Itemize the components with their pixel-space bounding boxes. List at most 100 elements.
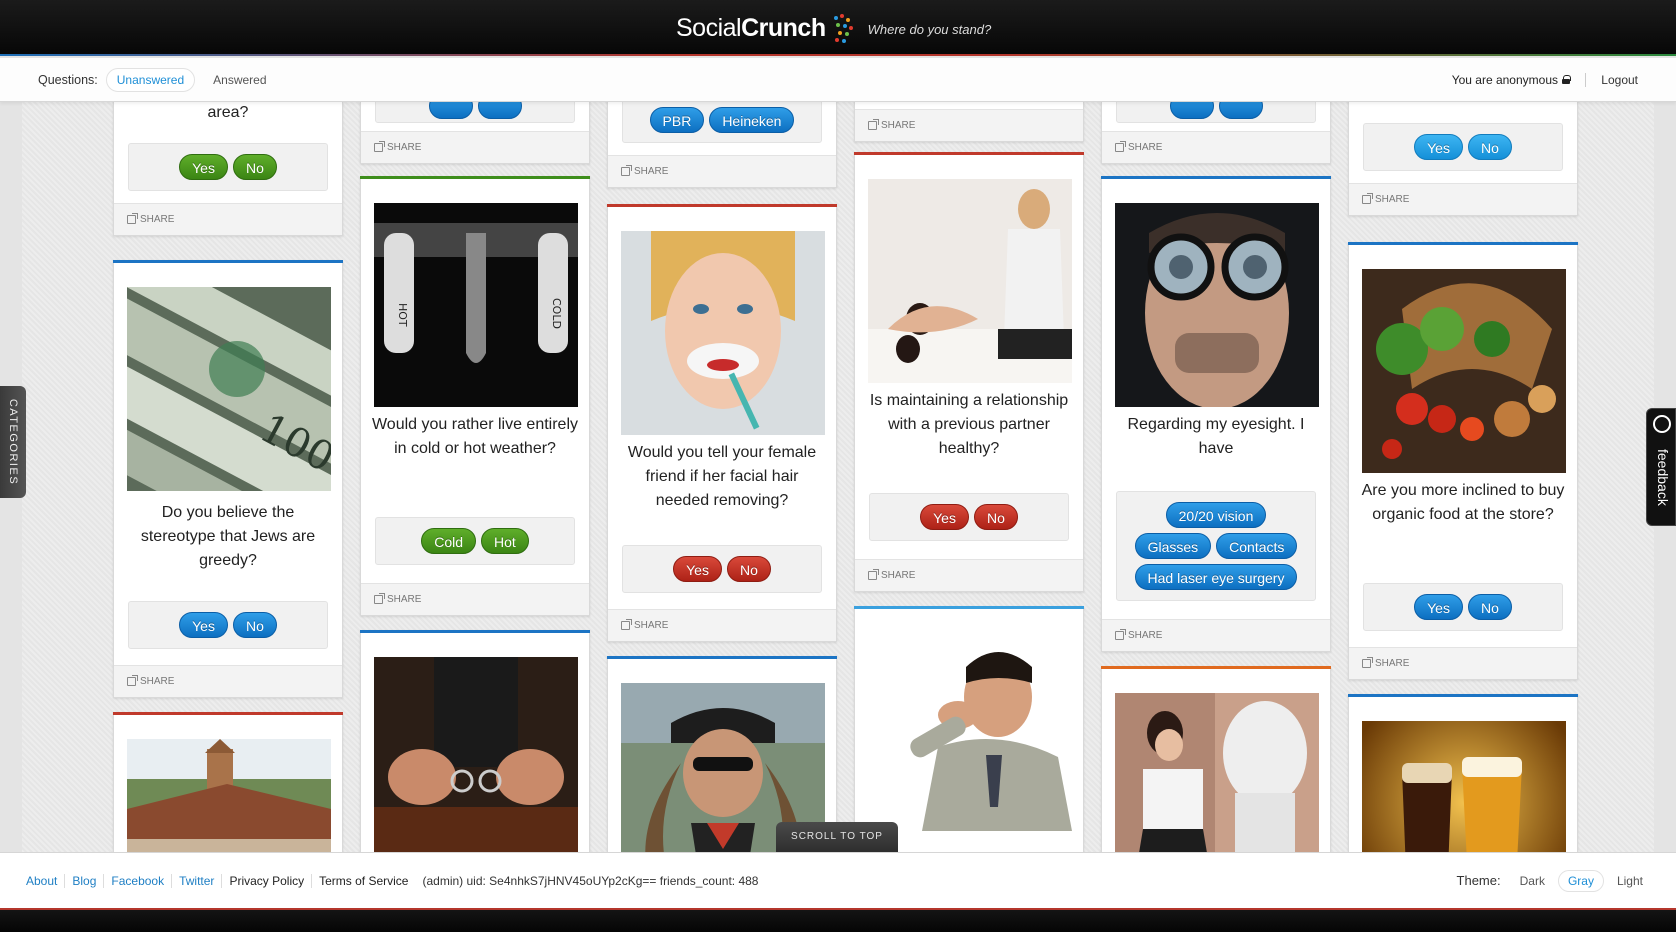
answer-button[interactable]: Hot [481, 528, 529, 554]
share-button[interactable]: SHARE [361, 583, 589, 615]
question-card: Are you more inclined to buy organic foo… [1348, 242, 1578, 680]
share-button[interactable]: SHARE [114, 203, 342, 235]
share-button[interactable]: SHARE [1102, 619, 1330, 651]
logo[interactable]: SocialCrunch Where do you stand? [676, 12, 991, 44]
theme-switcher: Theme: Dark Gray Light [1456, 869, 1652, 892]
answer-button[interactable]: Yes [1414, 134, 1463, 160]
answer-button[interactable]: No [726, 556, 771, 582]
scroll-to-top-button[interactable]: SCROLL TO TOP [776, 822, 898, 852]
share-icon [374, 593, 385, 604]
answer-button[interactable]: Contacts [1216, 533, 1298, 559]
tab-unanswered[interactable]: Unanswered [105, 67, 196, 92]
question-image-village[interactable] [127, 739, 331, 852]
answer-box: Cold Hot [375, 517, 575, 565]
answer-button[interactable] [428, 102, 473, 119]
share-icon [621, 619, 632, 630]
share-button[interactable]: SHARE [608, 609, 836, 641]
answer-button[interactable]: PBR [649, 107, 705, 133]
theme-label: Theme: [1456, 873, 1501, 888]
question-image-faucet[interactable]: HOT COLD [374, 203, 578, 407]
question-image-shaving-woman[interactable] [621, 231, 825, 435]
footer-link-facebook[interactable]: Facebook [104, 873, 173, 888]
question-text: Is maintaining a relationship with a pre… [869, 392, 1069, 457]
card-accent [360, 176, 590, 179]
share-button[interactable]: SHARE [114, 665, 342, 697]
answer-button[interactable]: Yes [673, 556, 722, 582]
tab-answered[interactable]: Answered [203, 69, 276, 91]
question-image-bathroom[interactable] [1115, 693, 1319, 852]
logout-link[interactable]: Logout [1601, 73, 1638, 87]
share-icon [1362, 657, 1373, 668]
question-image-couple[interactable] [868, 179, 1072, 383]
theme-gray[interactable]: Gray [1557, 869, 1604, 892]
share-button[interactable]: SHARE [855, 559, 1083, 591]
question-image-vegetables[interactable] [1362, 269, 1566, 473]
answer-button[interactable]: No [973, 504, 1018, 530]
anonymous-label: You are anonymous [1451, 72, 1558, 87]
categories-tab[interactable]: CATEGORIES [0, 386, 26, 498]
share-icon [868, 569, 879, 580]
share-button[interactable]: SHARE [1349, 647, 1577, 679]
question-text: Are you more inclined to buy organic foo… [1361, 482, 1565, 523]
question-image-thinking-man[interactable] [868, 627, 1072, 831]
footer-link-privacy-policy[interactable]: Privacy Policy [222, 873, 313, 888]
footer-link-blog[interactable]: Blog [65, 873, 105, 888]
lock-icon [1562, 75, 1571, 84]
question-text: Regarding my eyesight. I have [1127, 416, 1305, 457]
answer-button[interactable]: No [1467, 594, 1512, 620]
feedback-icon [1653, 415, 1671, 433]
answer-button[interactable]: Yes [179, 612, 228, 638]
share-button[interactable]: SHARE [1102, 131, 1330, 163]
answer-button[interactable]: Cold [421, 528, 476, 554]
question-card [1101, 666, 1331, 852]
theme-light[interactable]: Light [1608, 871, 1652, 891]
card-accent [1101, 666, 1331, 669]
question-card [1348, 694, 1578, 852]
share-button[interactable]: SHARE [361, 131, 589, 163]
question-image-money[interactable]: 100 [127, 287, 331, 491]
answer-button[interactable]: 20/20 vision [1165, 502, 1267, 528]
question-card: Would you tell your female friend if her… [607, 204, 837, 642]
share-button[interactable]: SHARE [608, 155, 836, 187]
questions-filter-bar: Questions: Unanswered Answered You are a… [0, 58, 1676, 102]
answer-box [1116, 102, 1316, 123]
answer-button[interactable]: Heineken [709, 107, 795, 133]
answer-button[interactable]: Yes [1414, 594, 1463, 620]
divider [1585, 72, 1586, 87]
question-image-handcuffs[interactable] [374, 657, 578, 852]
share-icon [1362, 193, 1373, 204]
footer-link-terms-of-service[interactable]: Terms of Service [312, 874, 415, 888]
answer-box: Yes No [869, 493, 1069, 541]
questions-grid: area? Yes No SHARE 100 Do you believe th… [22, 102, 1654, 852]
card-accent [607, 656, 837, 659]
footer-link-twitter[interactable]: Twitter [172, 873, 223, 888]
question-card [360, 630, 590, 852]
questions-label: Questions: [38, 72, 98, 87]
answer-button[interactable] [477, 102, 522, 119]
feedback-label: feedback [1655, 449, 1671, 506]
answer-box: Yes No [128, 601, 328, 649]
answer-box: Yes No [1363, 123, 1563, 171]
share-button[interactable]: SHARE [1349, 183, 1577, 215]
answer-button[interactable]: Yes [179, 154, 228, 180]
share-button[interactable]: SHARE [855, 109, 1083, 141]
answer-button[interactable]: No [232, 154, 277, 180]
answer-button[interactable]: No [232, 612, 277, 638]
answer-button[interactable]: No [1467, 134, 1512, 160]
answer-button[interactable] [1169, 102, 1214, 119]
top-navbar: SocialCrunch Where do you stand? [0, 0, 1676, 56]
answer-button[interactable] [1218, 102, 1263, 119]
answer-button[interactable]: Yes [920, 504, 969, 530]
card-accent [607, 204, 837, 207]
anonymous-status[interactable]: You are anonymous [1451, 72, 1571, 87]
question-card: Is maintaining a relationship with a pre… [854, 152, 1084, 592]
feedback-tab[interactable]: feedback [1646, 408, 1676, 526]
question-card: HOT COLD Would you rather live entirely … [360, 176, 590, 616]
answer-button[interactable]: Had laser eye surgery [1134, 564, 1298, 590]
question-image-beer[interactable] [1362, 721, 1566, 852]
theme-dark[interactable]: Dark [1511, 871, 1554, 891]
footer-link-about[interactable]: About [0, 873, 66, 888]
question-card: PBR Heineken SHARE [607, 102, 837, 188]
answer-button[interactable]: Glasses [1134, 533, 1212, 559]
question-image-glasses-man[interactable] [1115, 203, 1319, 407]
